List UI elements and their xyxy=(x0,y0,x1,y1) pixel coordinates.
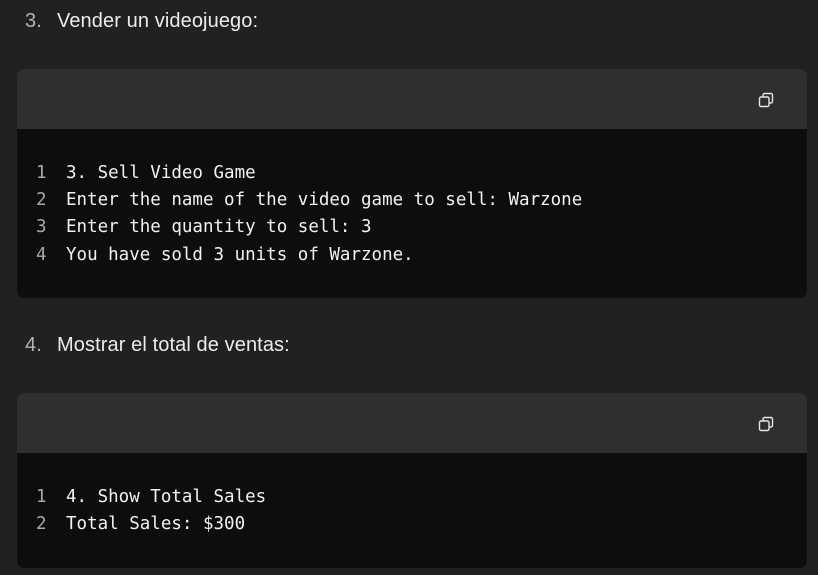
line-number: 2 xyxy=(36,513,47,534)
code-text: 4. Show Total Sales xyxy=(66,486,267,507)
list-item-label: Mostrar el total de ventas: xyxy=(57,333,290,356)
code-text: Total Sales: $300 xyxy=(66,513,246,534)
code-block-sell: 1 3. Sell Video Game 2 Enter the name of… xyxy=(17,69,807,298)
code-text: You have sold 3 units of Warzone. xyxy=(66,244,414,265)
code-block-body: 1 3. Sell Video Game 2 Enter the name of… xyxy=(17,129,807,268)
code-block-header xyxy=(17,393,807,453)
line-number: 1 xyxy=(36,486,47,507)
copy-code-button[interactable] xyxy=(757,415,775,433)
code-block-total: 1 4. Show Total Sales 2 Total Sales: $30… xyxy=(17,393,807,568)
code-block-header xyxy=(17,69,807,129)
line-number: 3 xyxy=(36,217,47,238)
copy-code-button[interactable] xyxy=(757,91,775,109)
line-number: 4 xyxy=(36,244,47,265)
code-text: 3. Sell Video Game xyxy=(66,162,256,183)
copy-icon xyxy=(758,416,774,432)
code-line: 2 Enter the name of the video game to se… xyxy=(17,186,807,213)
line-number: 2 xyxy=(36,189,47,210)
list-number: 4. xyxy=(25,333,42,356)
code-text: Enter the quantity to sell: 3 xyxy=(66,217,372,238)
list-item-show-total-sales: 4. Mostrar el total de ventas: xyxy=(25,331,290,359)
code-text: Enter the name of the video game to sell… xyxy=(66,189,583,210)
copy-icon xyxy=(758,92,774,108)
list-number: 3. xyxy=(25,9,42,32)
code-line: 2 Total Sales: $300 xyxy=(17,510,807,537)
code-block-body: 1 4. Show Total Sales 2 Total Sales: $30… xyxy=(17,453,807,538)
code-line: 4 You have sold 3 units of Warzone. xyxy=(17,241,807,268)
list-item-sell-video-game: 3. Vender un videojuego: xyxy=(25,7,258,35)
line-number: 1 xyxy=(36,162,47,183)
code-line: 1 4. Show Total Sales xyxy=(17,483,807,510)
code-line: 1 3. Sell Video Game xyxy=(17,159,807,186)
list-item-label: Vender un videojuego: xyxy=(57,9,259,32)
code-line: 3 Enter the quantity to sell: 3 xyxy=(17,214,807,241)
